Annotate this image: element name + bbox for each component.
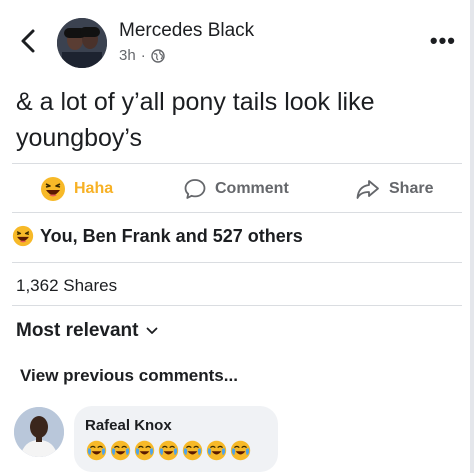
comment-icon <box>184 179 206 199</box>
meta-separator: · <box>140 47 146 64</box>
comment-label: Comment <box>215 180 289 197</box>
haha-reaction-icon <box>12 225 34 247</box>
share-label: Share <box>389 180 434 197</box>
shares-count[interactable]: 1,362 Shares <box>16 276 117 296</box>
post-action-bar: Haha Comment Share <box>0 170 474 208</box>
back-arrow-icon[interactable] <box>18 28 40 54</box>
post-meta: 3h · <box>119 47 165 64</box>
share-icon <box>356 180 379 199</box>
haha-reaction-icon <box>41 177 65 201</box>
comment-text <box>86 440 251 461</box>
haha-button[interactable]: Haha <box>40 170 113 208</box>
commenter-name[interactable]: Rafeal Knox <box>85 417 172 434</box>
globe-icon <box>150 48 165 63</box>
crying-laughing-emoji-icon <box>86 440 107 461</box>
crying-laughing-emoji-icon <box>230 440 251 461</box>
sort-comments-dropdown[interactable]: Most relevant <box>16 320 158 342</box>
view-previous-comments-link[interactable]: View previous comments... <box>20 366 238 386</box>
haha-label: Haha <box>74 180 114 197</box>
divider <box>12 163 462 164</box>
share-button[interactable]: Share <box>355 170 433 208</box>
crying-laughing-emoji-icon <box>158 440 179 461</box>
crying-laughing-emoji-icon <box>182 440 203 461</box>
comment-bubble <box>74 406 278 472</box>
chevron-down-icon <box>147 327 158 334</box>
post-author-name[interactable]: Mercedes Black <box>119 20 254 42</box>
divider <box>12 305 462 306</box>
crying-laughing-emoji-icon <box>206 440 227 461</box>
divider <box>12 212 462 213</box>
commenter-avatar[interactable] <box>14 407 64 457</box>
sort-label: Most relevant <box>16 320 139 341</box>
comment-button[interactable]: Comment <box>183 170 289 208</box>
post-time[interactable]: 3h <box>119 47 136 64</box>
author-avatar[interactable] <box>57 18 107 68</box>
scrollbar[interactable] <box>470 0 474 473</box>
crying-laughing-emoji-icon <box>134 440 155 461</box>
divider <box>12 262 462 263</box>
reactions-summary[interactable]: You, Ben Frank and 527 others <box>12 225 303 247</box>
crying-laughing-emoji-icon <box>110 440 131 461</box>
reactions-summary-text: You, Ben Frank and 527 others <box>40 225 303 246</box>
post-text: & a lot of y’all pony tails look like yo… <box>16 88 375 152</box>
more-options-icon[interactable]: ••• <box>430 28 456 54</box>
